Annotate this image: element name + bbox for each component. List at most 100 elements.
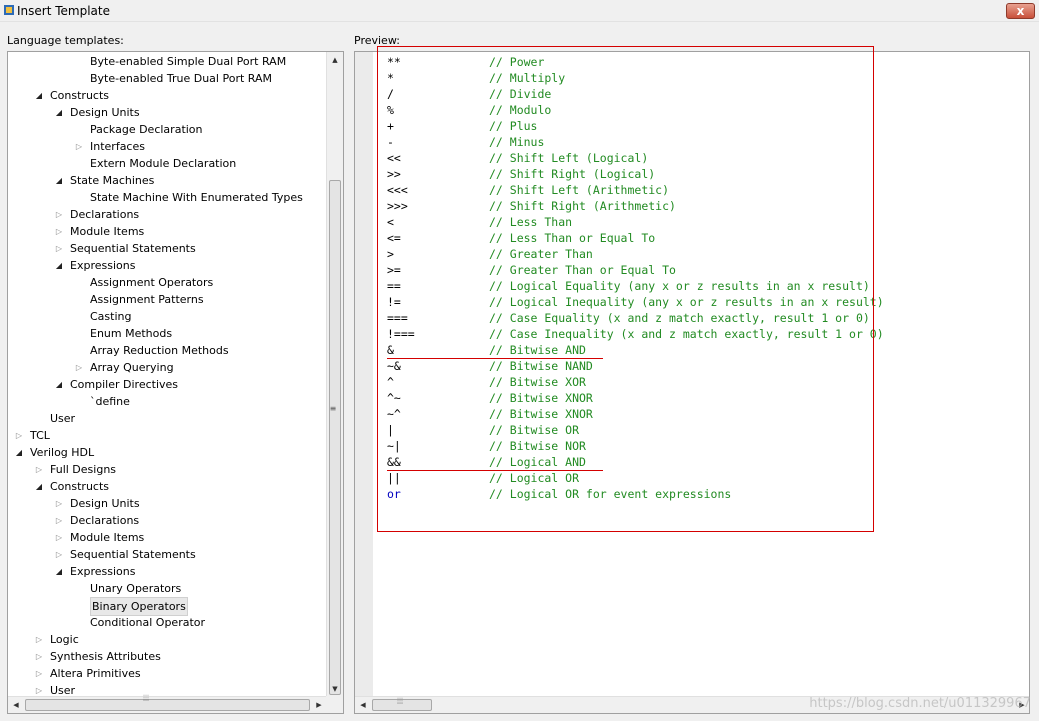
scroll-right-icon[interactable]: ▶ <box>311 697 327 713</box>
scroll-up-icon[interactable]: ▲ <box>327 52 343 68</box>
expand-arrow-icon[interactable]: ▷ <box>54 206 64 223</box>
watermark: https://blog.csdn.net/u011329967 <box>809 696 1031 711</box>
scroll-left-icon[interactable]: ◀ <box>8 697 24 713</box>
tree-item-label: Synthesis Attributes <box>50 650 161 663</box>
editor-gutter <box>355 52 373 697</box>
operator-token: - <box>387 135 394 149</box>
operator-token: && <box>387 455 401 469</box>
collapse-arrow-icon[interactable]: ◢ <box>34 87 44 104</box>
expand-arrow-icon[interactable]: ▷ <box>34 631 44 648</box>
code-comment: // Logical Equality (any x or z results … <box>489 279 870 293</box>
collapse-arrow-icon[interactable]: ◢ <box>54 376 64 393</box>
operator-token: >> <box>387 167 401 181</box>
tree-item-label: Module Items <box>70 225 145 238</box>
operator-token: | <box>387 423 394 437</box>
code-comment: // Multiply <box>489 71 566 85</box>
tree-item-label: TCL <box>30 429 50 442</box>
collapse-arrow-icon[interactable]: ◢ <box>34 478 44 495</box>
expand-arrow-icon[interactable]: ▷ <box>54 529 64 546</box>
operator-token: < <box>387 215 394 229</box>
tree-item-label: Logic <box>50 633 79 646</box>
tree-item-label: Casting <box>90 310 132 323</box>
expand-arrow-icon[interactable]: ▷ <box>74 138 84 155</box>
code-comment: // Shift Left (Arithmetic) <box>489 183 670 197</box>
scroll-down-icon[interactable]: ▼ <box>327 681 343 697</box>
expand-arrow-icon[interactable]: ▷ <box>34 461 44 478</box>
operator-token: & <box>387 343 394 357</box>
code-comment: // Plus <box>489 119 538 133</box>
tree-item-label: `define <box>90 395 130 408</box>
code-comment: // Case Equality (x and z match exactly,… <box>489 311 870 325</box>
tree-item-label: Unary Operators <box>90 582 182 595</box>
scroll-left-icon[interactable]: ◀ <box>355 697 371 713</box>
code-comment: // Shift Left (Logical) <box>489 151 649 165</box>
operator-token: or <box>387 487 401 501</box>
expand-arrow-icon[interactable]: ▷ <box>54 546 64 563</box>
operator-token: > <box>387 247 394 261</box>
operator-token: ~& <box>387 359 401 373</box>
tree-item-label: Declarations <box>70 514 140 527</box>
code-comment: // Power <box>489 55 545 69</box>
code-comment: // Minus <box>489 135 545 149</box>
code-comment: // Bitwise OR <box>489 423 580 437</box>
tree-item-label: Expressions <box>70 259 136 272</box>
tree-item-label: Design Units <box>70 497 140 510</box>
tree-item-label: Assignment Patterns <box>90 293 204 306</box>
tree-item-label: Module Items <box>70 531 145 544</box>
close-icon: x <box>1016 4 1025 18</box>
tree-item-label: User <box>50 412 76 425</box>
grip-icon: ⦙⦙⦙ <box>143 694 150 704</box>
tree-item-label: Array Querying <box>90 361 174 374</box>
collapse-arrow-icon[interactable]: ◢ <box>14 444 24 461</box>
tree-item-label: Extern Module Declaration <box>90 157 237 170</box>
operator-token: * <box>387 71 394 85</box>
code-comment: // Shift Right (Logical) <box>489 167 656 181</box>
code-comment: // Less Than or Equal To <box>489 231 656 245</box>
tree-scroll-thumb[interactable] <box>329 180 341 695</box>
preview-label: Preview: <box>354 34 400 47</box>
operator-token: ~| <box>387 439 401 453</box>
expand-arrow-icon[interactable]: ▷ <box>54 240 64 257</box>
tree-item-label: Altera Primitives <box>50 667 141 680</box>
expand-arrow-icon[interactable]: ▷ <box>54 223 64 240</box>
expand-arrow-icon[interactable]: ▷ <box>34 665 44 682</box>
grip-icon: ⦙⦙⦙ <box>397 697 404 707</box>
tree-hscroll-thumb[interactable] <box>25 699 310 711</box>
tree-horizontal-scrollbar[interactable]: ◀ ⦙⦙⦙ ▶ <box>8 694 327 713</box>
operator-token: === <box>387 311 408 325</box>
operator-token: || <box>387 471 401 485</box>
tree-vertical-scrollbar[interactable]: ▲ ≡ ▼ <box>326 52 343 697</box>
code-comment: // Bitwise XNOR <box>489 391 593 405</box>
collapse-arrow-icon[interactable]: ◢ <box>54 172 64 189</box>
operator-token: != <box>387 295 401 309</box>
code-comment: // Bitwise XNOR <box>489 407 593 421</box>
tree-item-label: Sequential Statements <box>70 548 196 561</box>
expand-arrow-icon[interactable]: ▷ <box>54 495 64 512</box>
collapse-arrow-icon[interactable]: ◢ <box>54 563 64 580</box>
close-button[interactable]: x <box>1006 3 1035 19</box>
code-comment: // Bitwise NOR <box>489 439 586 453</box>
template-tree[interactable]: Byte-enabled Simple Dual Port RAM Byte-en… <box>7 51 344 714</box>
tree-item-label: Byte-enabled True Dual Port RAM <box>90 72 272 85</box>
tree-item-label: Constructs <box>50 480 110 493</box>
preview-hscroll-thumb[interactable]: ⦙⦙⦙ <box>372 697 432 711</box>
operator-token: !=== <box>387 327 415 341</box>
operator-token: >>> <box>387 199 408 213</box>
tree-item-label: Enum Methods <box>90 327 173 340</box>
code-comment: // Case Inequality (x and z match exactl… <box>489 327 884 341</box>
tree-item-label: Constructs <box>50 89 110 102</box>
scroll-corner <box>326 696 343 713</box>
expand-arrow-icon[interactable]: ▷ <box>54 512 64 529</box>
expand-arrow-icon[interactable]: ▷ <box>34 648 44 665</box>
collapse-arrow-icon[interactable]: ◢ <box>54 104 64 121</box>
tree-item-label: Verilog HDL <box>30 446 95 459</box>
grip-icon: ≡ <box>329 404 337 413</box>
collapse-arrow-icon[interactable]: ◢ <box>54 257 64 274</box>
preview-pane[interactable]: ** // Power * // Multiply / // Divide% // Modu… <box>354 51 1030 714</box>
code-comment: // Logical AND <box>489 455 586 469</box>
expand-arrow-icon[interactable]: ▷ <box>74 359 84 376</box>
expand-arrow-icon[interactable]: ▷ <box>14 427 24 444</box>
operator-token: << <box>387 151 401 165</box>
code-comment: // Bitwise AND <box>489 343 586 357</box>
code-comment: // Greater Than or Equal To <box>489 263 676 277</box>
